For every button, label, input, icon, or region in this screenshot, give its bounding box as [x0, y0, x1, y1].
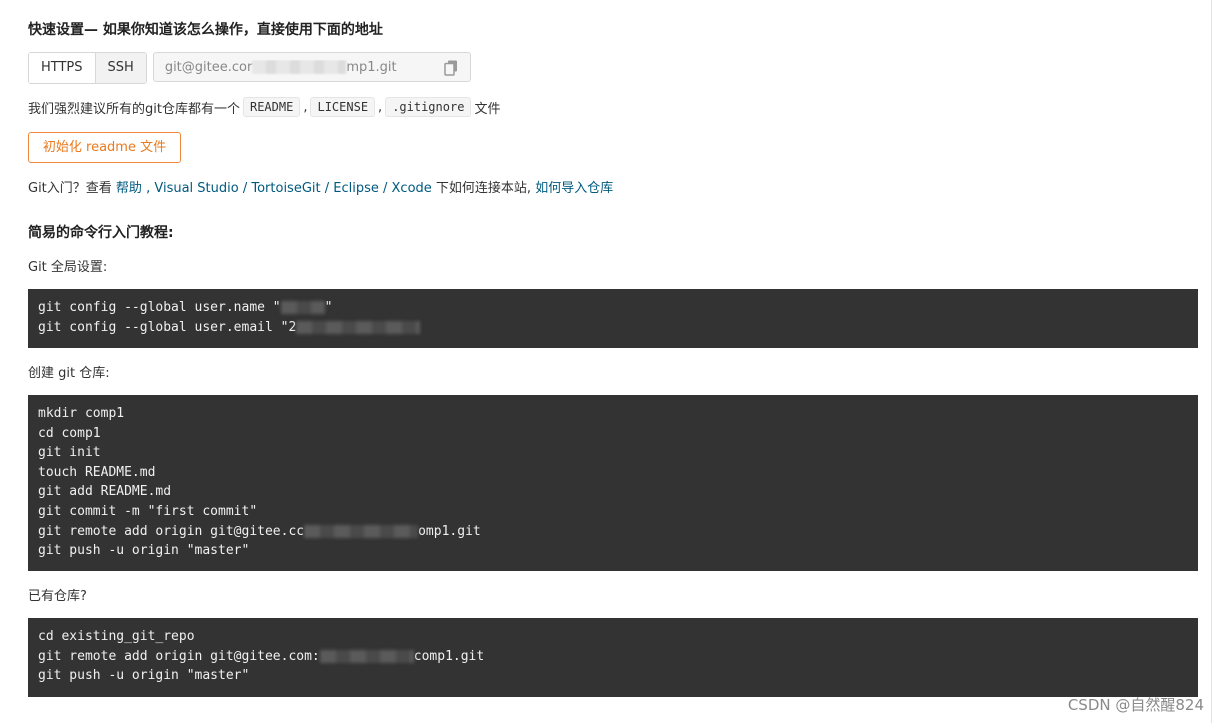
protocol-switch: HTTPS SSH — [28, 52, 147, 84]
tutorial-title: 简易的命令行入门教程: — [28, 225, 174, 241]
watermark: CSDN @自然醒824 — [1067, 696, 1204, 714]
readme-tag: README — [242, 97, 301, 117]
code-line: git config --global user.name " " — [38, 300, 333, 315]
ssh-button[interactable]: SSH — [94, 53, 146, 83]
redacted-segment — [280, 301, 325, 314]
import-repo-link[interactable]: 如何导入仓库 — [535, 181, 613, 196]
help-link[interactable]: 帮助 — [116, 181, 142, 196]
code-line: mkdir comp1 — [38, 406, 125, 421]
code-line: git config --global user.email "2 — [38, 318, 1188, 338]
redacted-segment — [319, 649, 414, 663]
init-readme-button[interactable]: 初始化 readme 文件 — [28, 132, 181, 163]
code-line: cd comp1 — [38, 425, 101, 441]
redacted-segment — [252, 60, 347, 74]
create-repo-code: mkdir comp1 cd comp1 git init touch READ… — [28, 395, 1198, 571]
code-line: git remote add origin git@gitee.cc omp1.g… — [38, 523, 481, 539]
code-line: git push -u origin "master" — [38, 543, 250, 559]
eclipse-link[interactable]: Eclipse — [333, 181, 379, 196]
global-setup-code: git config --global user.name " " git con… — [28, 289, 1198, 348]
code-line: git commit -m "first commit" — [38, 503, 258, 519]
tortoisegit-link[interactable]: TortoiseGit — [251, 181, 320, 196]
create-repo-label: 创建 git 仓库: — [28, 366, 110, 381]
help-line: Git入门？查看 帮助 , Visual Studio / TortoiseGi… — [28, 181, 614, 196]
code-line: git add README.md — [38, 484, 172, 500]
code-line: cd existing_git_repo — [38, 629, 195, 644]
clone-url-text: git@gitee.cor mp1.git — [164, 59, 397, 75]
code-line: git remote add origin git@gitee.com: comp… — [38, 648, 485, 664]
existing-repo-code: cd existing_git_repo git remote add orig… — [28, 618, 1198, 697]
clone-url-row: HTTPS SSH git@gitee.cor mp1.git — [28, 52, 471, 84]
code-line: git init — [38, 445, 101, 461]
clipboard-icon[interactable] — [444, 60, 458, 76]
clone-url-field[interactable]: git@gitee.cor mp1.git — [152, 52, 471, 82]
redacted-segment — [296, 320, 421, 334]
xcode-link[interactable]: Xcode — [392, 181, 432, 196]
code-line: touch README.md — [38, 464, 156, 480]
code-line: git push -u origin "master" — [38, 668, 250, 684]
redacted-segment — [304, 524, 419, 538]
https-button[interactable]: HTTPS — [29, 53, 95, 83]
quick-setup-title: 快速设置— 如果你知道该怎么操作，直接使用下面的地址 — [28, 22, 383, 38]
license-tag: LICENSE — [310, 97, 376, 117]
existing-repo-label: 已有仓库? — [28, 589, 87, 604]
repo-setup-panel: 快速设置— 如果你知道该怎么操作，直接使用下面的地址 HTTPS SSH git… — [0, 0, 1212, 723]
gitignore-tag: .gitignore — [385, 97, 472, 117]
recommendation-line: 我们强烈建议所有的git仓库都有一个 README , LICENSE , .g… — [28, 97, 500, 117]
visual-studio-link[interactable]: Visual Studio — [154, 181, 238, 196]
global-setup-label: Git 全局设置: — [28, 260, 108, 275]
